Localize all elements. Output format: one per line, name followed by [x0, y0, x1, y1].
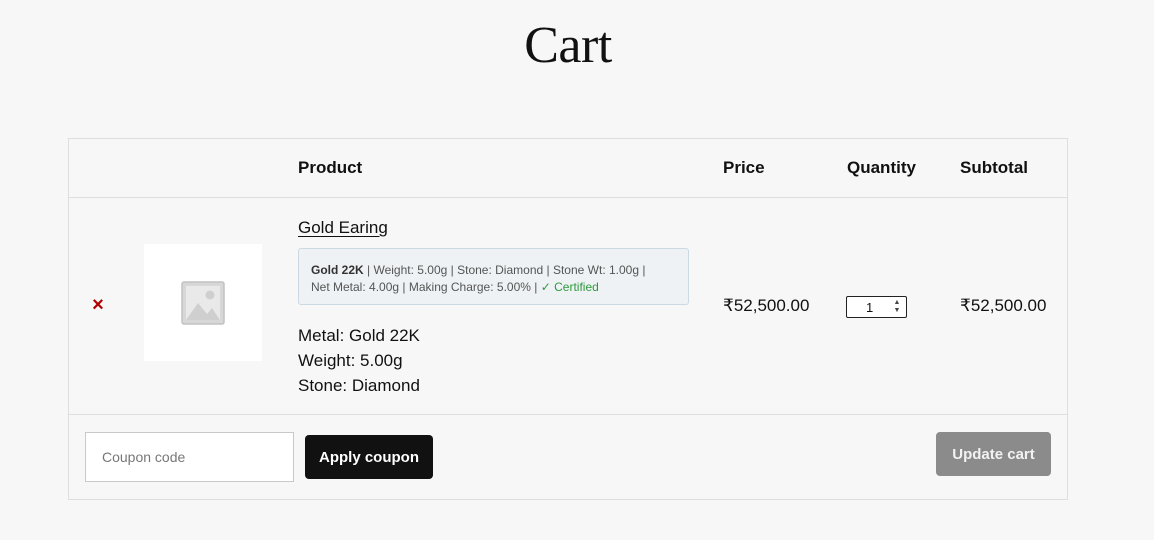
spec-separator: |: [363, 263, 374, 277]
product-meta: Metal: Gold 22K Weight: 5.00g Stone: Dia…: [298, 323, 420, 398]
product-name-link[interactable]: Gold Earing: [298, 218, 388, 238]
product-spec-summary: Gold 22K | Weight: 5.00g | Stone: Diamon…: [298, 248, 689, 305]
close-icon: ×: [92, 294, 104, 316]
spec-stone: Stone: Diamond: [457, 263, 544, 277]
certified-badge: ✓ Certified: [540, 280, 599, 294]
spec-separator: |: [639, 263, 646, 277]
header-quantity: Quantity: [847, 158, 916, 177]
spec-stone-weight: Stone Wt: 1.00g: [552, 263, 640, 277]
header-subtotal: Subtotal: [960, 158, 1028, 177]
spec-weight: Weight: 5.00g: [373, 263, 448, 277]
remove-item-button[interactable]: ×: [89, 294, 107, 316]
meta-stone: Stone: Diamond: [298, 376, 420, 395]
item-price: ₹52,500.00: [723, 296, 810, 315]
item-subtotal: ₹52,500.00: [960, 296, 1047, 315]
spec-separator: |: [399, 280, 409, 294]
spec-separator: |: [543, 263, 553, 277]
meta-weight: Weight: 5.00g: [298, 351, 403, 370]
cart-actions: Apply coupon Update cart: [69, 415, 1067, 499]
product-thumbnail[interactable]: [144, 244, 262, 361]
quantity-stepper[interactable]: 1 ▲ ▼: [846, 296, 907, 318]
page-title: Cart: [524, 17, 612, 74]
meta-metal: Metal: Gold 22K: [298, 326, 420, 345]
coupon-input[interactable]: [85, 432, 294, 482]
spec-separator: |: [530, 280, 541, 294]
header-product: Product: [298, 158, 363, 177]
spinner-arrows-icon[interactable]: ▲ ▼: [892, 299, 902, 315]
table-row: × Gold Earing Gold 22K | Weight: 5.00g |…: [69, 198, 1067, 415]
spec-purity: Gold 22K: [311, 263, 364, 277]
image-placeholder-icon: [181, 280, 225, 325]
header-price: Price: [723, 158, 765, 177]
cart-table: Product Price Quantity Subtotal × Gold E…: [68, 138, 1068, 500]
quantity-value: 1: [866, 300, 874, 315]
update-cart-button[interactable]: Update cart: [936, 432, 1051, 476]
spec-making-charge: Making Charge: 5.00%: [408, 280, 531, 294]
spec-net-metal: Net Metal: 4.00g: [311, 280, 400, 294]
table-header: Product Price Quantity Subtotal: [69, 139, 1067, 198]
spec-separator: |: [447, 263, 458, 277]
apply-coupon-button[interactable]: Apply coupon: [305, 435, 433, 479]
